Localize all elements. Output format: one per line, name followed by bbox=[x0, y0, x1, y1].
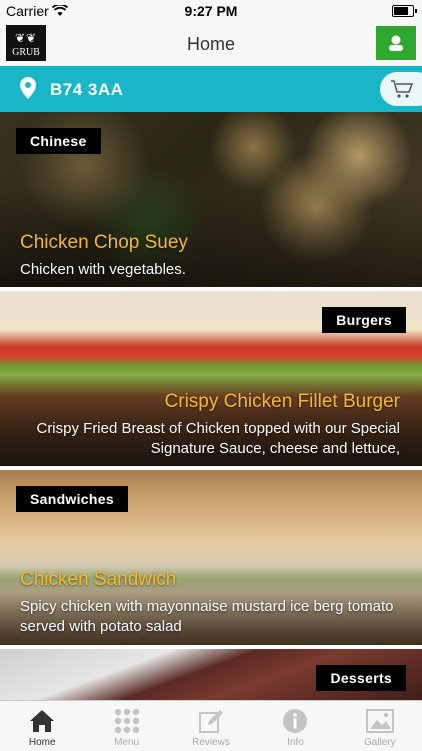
category-tag: Burgers bbox=[322, 307, 406, 333]
dish-name: Chicken Sandwich bbox=[20, 569, 177, 590]
cart-button[interactable] bbox=[380, 72, 422, 106]
tab-bar: Home Menu Reviews Info Gallery bbox=[0, 700, 422, 751]
tab-label: Home bbox=[28, 737, 56, 748]
category-tag: Chinese bbox=[16, 128, 101, 154]
tab-label: Info bbox=[287, 737, 304, 748]
battery-icon bbox=[392, 5, 417, 17]
category-card-burgers[interactable]: Burgers Crispy Chicken Fillet Burger Cri… bbox=[0, 291, 422, 468]
tab-info[interactable]: Info bbox=[253, 701, 337, 751]
home-icon bbox=[29, 707, 55, 735]
location-pin-icon bbox=[20, 77, 36, 104]
dish-description: Chicken with vegetables. bbox=[20, 261, 186, 278]
category-tag: Desserts bbox=[316, 665, 406, 691]
info-icon bbox=[282, 707, 308, 735]
tab-label: Gallery bbox=[363, 737, 396, 748]
edit-icon bbox=[198, 707, 224, 735]
clock: 9:27 PM bbox=[184, 3, 238, 19]
tab-reviews[interactable]: Reviews bbox=[169, 701, 253, 751]
postcode-label: B74 3AA bbox=[50, 80, 124, 99]
menu-grid-icon bbox=[114, 707, 140, 735]
dish-name: Crispy Chicken Fillet Burger bbox=[164, 391, 400, 412]
profile-button[interactable] bbox=[376, 26, 416, 60]
cart-icon bbox=[391, 80, 414, 98]
dish-description: Crispy Fried Breast of Chicken topped wi… bbox=[36, 420, 400, 457]
category-card-sandwiches[interactable]: Sandwiches Chicken Sandwich Spicy chicke… bbox=[0, 470, 422, 647]
tab-label: Reviews bbox=[192, 737, 230, 748]
user-icon bbox=[389, 35, 403, 51]
dish-description: Spicy chicken with mayonnaise mustard ic… bbox=[20, 598, 394, 635]
location-bar[interactable]: B74 3AA bbox=[0, 66, 422, 112]
tab-label: Menu bbox=[114, 737, 140, 748]
status-bar: Carrier 9:27 PM bbox=[0, 0, 422, 22]
page-title: Home bbox=[186, 34, 235, 54]
dish-name: Chicken Chop Suey bbox=[20, 232, 188, 253]
category-tag: Sandwiches bbox=[16, 486, 128, 512]
tab-menu[interactable]: Menu bbox=[84, 701, 168, 751]
tab-gallery[interactable]: Gallery bbox=[338, 701, 422, 751]
tab-home[interactable]: Home bbox=[0, 701, 84, 751]
navigation-bar: ❦❦ GRUB Home bbox=[0, 22, 422, 67]
gallery-icon bbox=[365, 707, 394, 735]
category-feed[interactable]: Chinese Chicken Chop Suey Chicken with v… bbox=[0, 112, 422, 700]
category-card-desserts[interactable]: Desserts bbox=[0, 649, 422, 700]
category-card-chinese[interactable]: Chinese Chicken Chop Suey Chicken with v… bbox=[0, 112, 422, 289]
